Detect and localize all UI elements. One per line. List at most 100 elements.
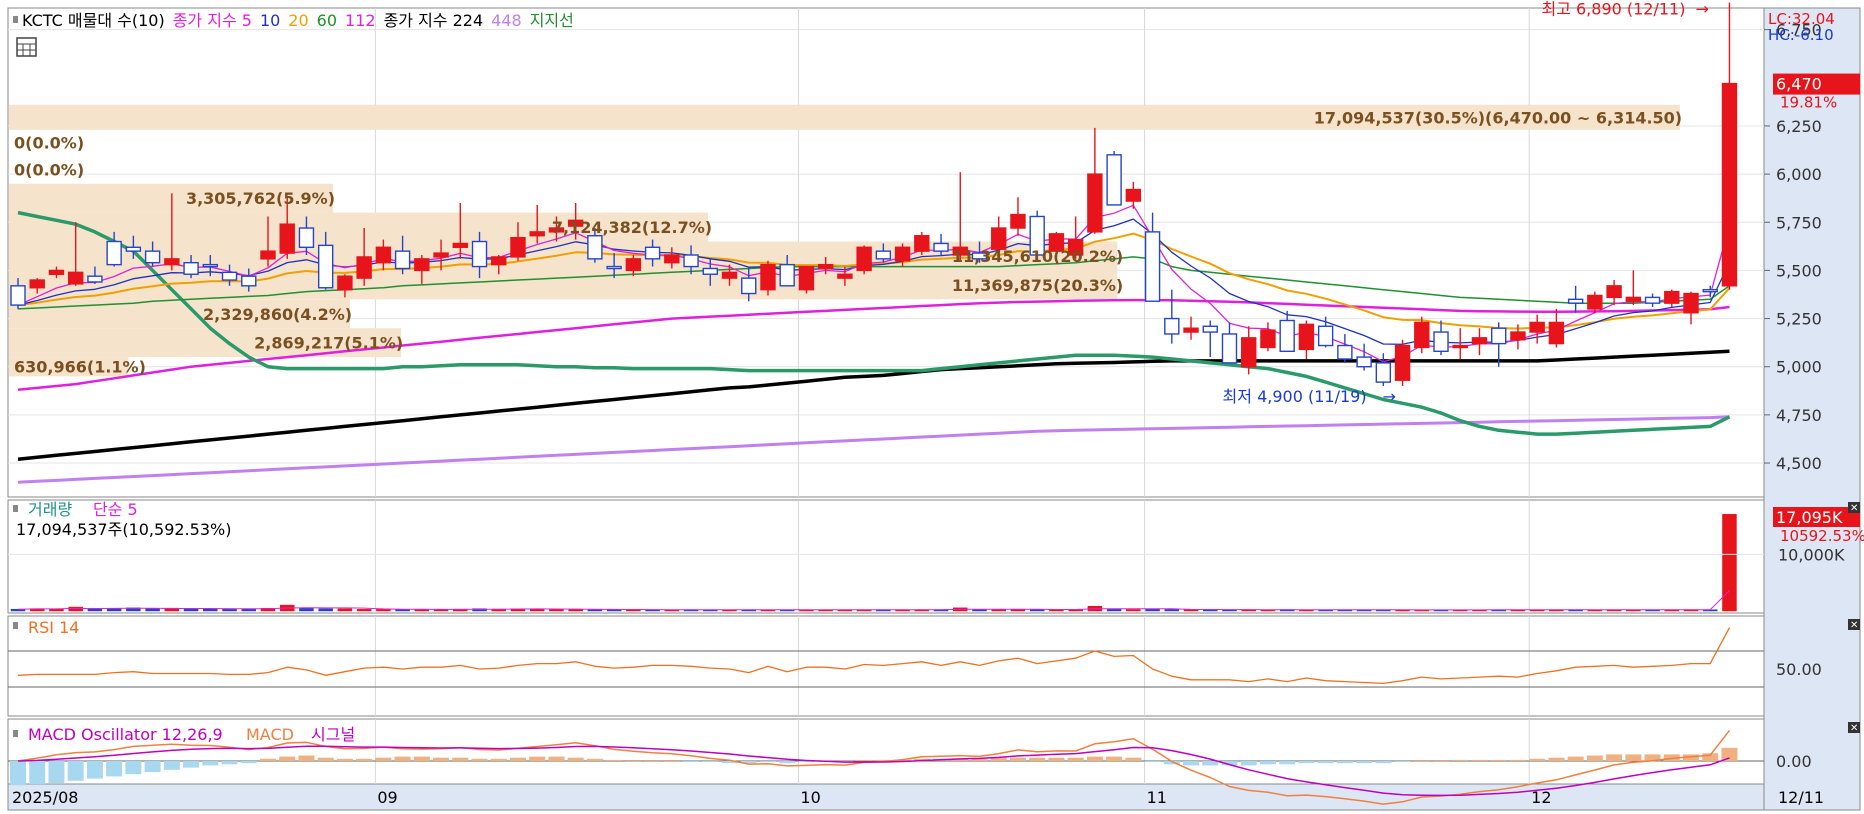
- candle-body: [625, 258, 642, 272]
- macd-osc-bar: [1029, 757, 1046, 761]
- candle-body: [1548, 321, 1565, 345]
- candle-body: [914, 235, 930, 252]
- candle-body: [144, 250, 161, 264]
- macd-osc-bar: [317, 757, 334, 761]
- volume-bar: [337, 608, 353, 612]
- candle-body: [664, 254, 680, 264]
- candle-body: [817, 263, 834, 270]
- candle-body: [1683, 292, 1699, 314]
- volume-profile-label: 11,345,610(20.2%): [952, 247, 1123, 266]
- volume-bar: [203, 608, 218, 612]
- rsi-panel-close-icon[interactable]: ✕: [1848, 619, 1860, 631]
- macd-osc-bar: [1067, 757, 1084, 761]
- candle-body: [1241, 337, 1257, 368]
- macd-osc-bar: [1144, 761, 1161, 763]
- macd-osc-bar: [1490, 759, 1507, 761]
- macd-panel-close-icon[interactable]: ✕: [1848, 722, 1860, 734]
- calculator-icon[interactable]: [16, 37, 37, 57]
- macd-legend-signal: 시그널: [311, 725, 355, 744]
- candle-body: [1433, 331, 1449, 353]
- macd-osc-bar: [394, 756, 411, 761]
- macd-osc-bar: [1606, 754, 1623, 761]
- macd-osc-bar: [702, 761, 719, 763]
- volume-bar: [1010, 609, 1026, 612]
- macd-osc-bar: [1567, 756, 1584, 761]
- volume-legend-icon: [13, 505, 18, 512]
- rsi-legend-icon: [13, 622, 18, 629]
- macd-osc-bar: [606, 759, 623, 761]
- macd-osc-bar: [1298, 761, 1315, 764]
- macd-legend-osc: MACD Oscillator 12,26,9: [28, 725, 223, 744]
- candle-body: [29, 279, 45, 289]
- macd-osc-bar: [240, 761, 257, 764]
- volume-profile-label: 17,094,537(30.5%)(6,470.00 ~ 6,314.50): [1314, 108, 1682, 127]
- current-price-value: 6,470: [1776, 75, 1822, 94]
- candle-body: [760, 263, 776, 291]
- macd-osc-bar: [1586, 755, 1603, 761]
- macd-osc-bar: [202, 761, 219, 766]
- macd-osc-bar: [163, 761, 180, 770]
- macd-osc-bar: [1548, 757, 1565, 761]
- macd-osc-bar: [1394, 761, 1411, 763]
- macd-osc-bar: [67, 761, 84, 781]
- candle-body: [529, 231, 545, 237]
- candle-body: [414, 258, 430, 272]
- candle-body: [1471, 337, 1488, 345]
- candle-body: [1567, 298, 1584, 304]
- price-tick-label: 6,000: [1776, 165, 1822, 184]
- x-axis-strip: [7, 783, 1765, 811]
- rsi-y-tick: 50.00: [1776, 660, 1822, 679]
- price-legend-item: 지지선: [530, 11, 574, 30]
- x-axis-label: 11: [1147, 788, 1167, 807]
- macd-osc-bar: [279, 756, 296, 761]
- candle-body: [1337, 344, 1353, 360]
- low-arrow: →: [1383, 387, 1396, 406]
- candle-body: [1664, 290, 1680, 304]
- low-price-label: 최저 4,900 (11/19): [1223, 387, 1367, 406]
- price-tick-label: 5,500: [1776, 261, 1822, 280]
- candle-body: [798, 265, 815, 291]
- stock-chart: 630,966(1.1%) 2,869,217(5.1%) 2,329,860(4.…: [0, 0, 1864, 814]
- macd-osc-bar: [106, 761, 123, 777]
- volume-profile-label: 2,329,860(4.2%): [203, 305, 352, 324]
- volume-bar: [1145, 609, 1160, 612]
- macd-osc-bar: [644, 761, 661, 762]
- price-legend-item: 10: [260, 11, 280, 30]
- volume-profile-label: 0(0.0%): [14, 160, 84, 179]
- candle-body: [721, 271, 738, 279]
- candle-body: [221, 271, 238, 281]
- candle-body: [1587, 294, 1603, 310]
- candle-body: [433, 252, 449, 258]
- macd-osc-bar: [1279, 761, 1296, 765]
- price-tick-label: 4,750: [1776, 406, 1822, 425]
- candle-body: [67, 271, 84, 285]
- macd-osc-bar: [1048, 757, 1065, 761]
- macd-osc-bar: [1471, 759, 1488, 761]
- macd-osc-bar: [625, 761, 642, 762]
- macd-osc-bar: [1721, 747, 1738, 761]
- macd-osc-bar: [413, 756, 430, 761]
- high-arrow: →: [1695, 0, 1708, 19]
- price-tick-label: 5,000: [1776, 358, 1822, 377]
- macd-osc-bar: [259, 758, 276, 761]
- candle-body: [837, 273, 853, 279]
- macd-osc-bar: [29, 761, 46, 785]
- volume-info: 17,094,537주(10,592.53%): [16, 520, 231, 539]
- candle-body: [741, 277, 757, 295]
- macd-osc-bar: [1336, 761, 1353, 764]
- svg-text:✕: ✕: [1850, 620, 1858, 631]
- macd-osc-bar: [1202, 761, 1219, 766]
- macd-osc-bar: [471, 758, 488, 761]
- macd-osc-bar: [759, 761, 776, 763]
- macd-osc-bar: [663, 761, 680, 762]
- candle-body: [644, 246, 661, 260]
- volume-bar: [183, 608, 199, 612]
- volume-bar: [606, 609, 622, 612]
- rsi-panel-frame: [7, 615, 1765, 717]
- macd-osc-bar: [1413, 761, 1430, 762]
- candle-body: [183, 262, 199, 275]
- candle-body: [87, 275, 103, 283]
- candle-body: [875, 250, 892, 260]
- volume-panel-close-icon[interactable]: ✕: [1848, 502, 1860, 514]
- volume-profile-label: 3,305,762(5.9%): [186, 189, 335, 208]
